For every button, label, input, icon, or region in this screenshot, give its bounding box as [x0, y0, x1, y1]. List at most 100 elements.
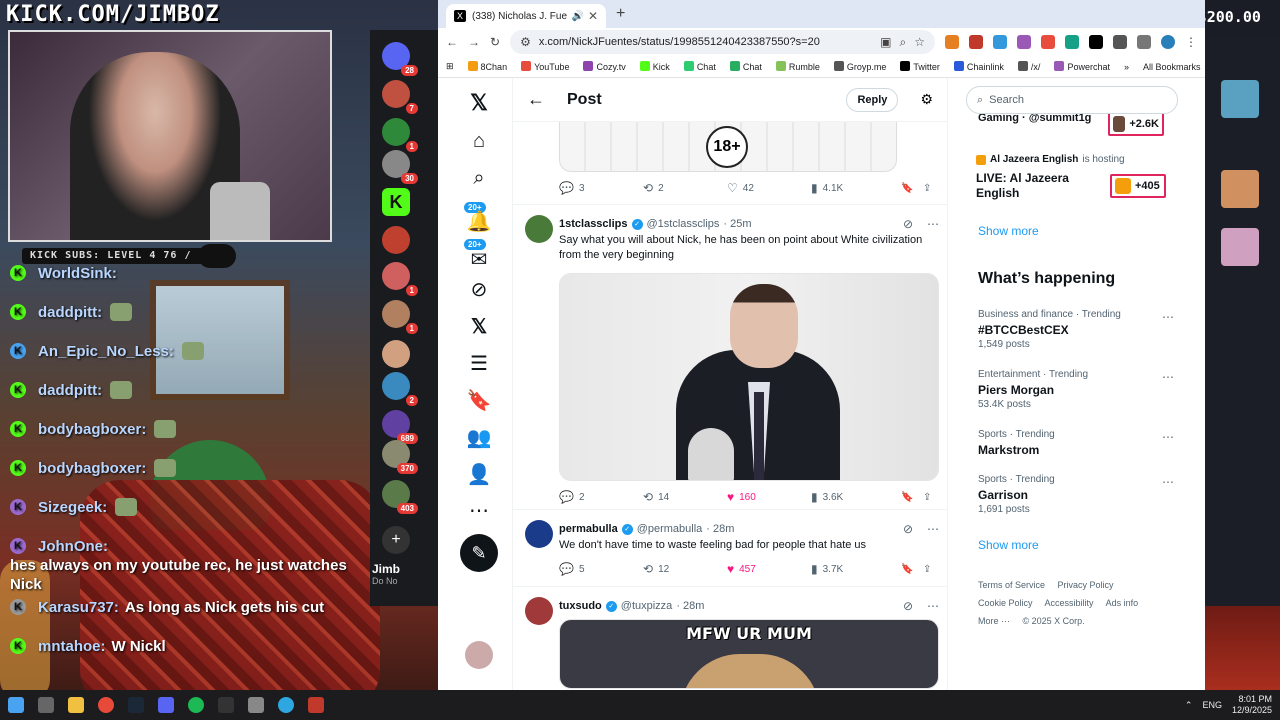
bookmarks-icon[interactable]: 🔖	[466, 387, 492, 413]
chat-username[interactable]: An_Epic_No_Less:	[38, 342, 174, 361]
discord-icon[interactable]	[158, 697, 174, 713]
more-icon[interactable]: ⋯	[466, 497, 492, 523]
bookmark-item[interactable]: Chat	[683, 61, 716, 72]
share-action[interactable]: ⇪	[923, 564, 931, 575]
back-icon[interactable]: ←	[446, 35, 458, 49]
bookmark-action[interactable]: 🔖	[901, 183, 923, 194]
all-bookmarks-button[interactable]: All Bookmarks	[1143, 62, 1201, 72]
zoom-icon[interactable]: ⌕	[900, 35, 907, 50]
avatar[interactable]	[525, 520, 553, 548]
home-icon[interactable]: ⌂	[466, 128, 492, 154]
channel-avatar[interactable]: 370	[382, 440, 418, 474]
channel-avatar[interactable]: 30	[382, 150, 418, 184]
chat-username[interactable]: Karasu737:	[38, 598, 119, 617]
spotify-icon[interactable]	[188, 697, 204, 713]
file-explorer-icon[interactable]	[68, 697, 84, 713]
trend-item[interactable]: Business and finance · Trending #BTCCBest…	[978, 308, 1174, 352]
channel-avatar[interactable]: 2	[382, 372, 418, 406]
premium-x-icon[interactable]: 𝕏	[466, 313, 492, 339]
bookmark-item[interactable]: Chat	[729, 61, 762, 72]
more-options-icon[interactable]: ⋯	[1162, 310, 1174, 324]
reply-action[interactable]: 💬 2	[559, 490, 643, 504]
bookmark-item[interactable]: Chainlink	[953, 61, 1004, 72]
display-name[interactable]: 1stclassclips	[559, 218, 628, 230]
channel-avatar[interactable]: 1	[382, 262, 418, 296]
start-icon[interactable]	[8, 697, 24, 713]
search-box[interactable]: ⌕ Search	[966, 86, 1178, 114]
search-icon[interactable]: ⌕	[466, 165, 492, 191]
more-options-icon[interactable]: ⋯	[927, 217, 939, 231]
share-action[interactable]: ⇪	[923, 183, 931, 194]
apps-icon[interactable]: ⊞	[446, 61, 454, 72]
handle[interactable]: @tuxpizza	[621, 600, 673, 612]
reply-action[interactable]: 💬 5	[559, 562, 643, 576]
tweet-meme-image[interactable]: MFW UR MUM	[559, 619, 939, 689]
language-indicator[interactable]: ENG	[1202, 700, 1222, 710]
reload-icon[interactable]: ↻	[490, 35, 500, 49]
thumb-cv[interactable]	[1221, 80, 1259, 118]
like-action[interactable]: ♥ 160	[727, 490, 811, 504]
previous-tweet-media[interactable]: 18+	[559, 122, 897, 172]
speaker-icon[interactable]: 🔊	[571, 11, 583, 22]
more-options-icon[interactable]: ⋯	[927, 522, 939, 536]
bookmark-action[interactable]: 🔖	[901, 492, 923, 503]
profile-icon[interactable]: 👤	[466, 461, 492, 487]
bookmark-item[interactable]: Cozy.tv	[583, 61, 626, 72]
extension-icon[interactable]	[1065, 35, 1079, 49]
chat-username[interactable]: daddpitt:	[38, 381, 102, 400]
channel-avatar[interactable]: 403	[382, 480, 418, 514]
chat-username[interactable]: WorldSink:	[38, 264, 117, 283]
footer-link[interactable]: Privacy Policy	[1058, 580, 1114, 590]
sidebar-icon[interactable]	[1137, 35, 1151, 49]
profile-icon[interactable]	[1161, 35, 1175, 49]
forward-icon[interactable]: →	[468, 35, 480, 49]
views-action[interactable]: ▮ 3.6K	[811, 490, 901, 504]
more-options-icon[interactable]: ⋯	[1162, 430, 1174, 444]
new-tab-button[interactable]: +	[616, 5, 625, 23]
timestamp[interactable]: · 28m	[676, 600, 704, 612]
repost-action[interactable]: ⟲ 14	[643, 490, 727, 504]
app-icon[interactable]	[308, 697, 324, 713]
chat-username[interactable]: mntahoe:	[38, 637, 106, 656]
chat-username[interactable]: daddpitt:	[38, 303, 102, 322]
communities-icon[interactable]: 👥	[466, 424, 492, 450]
telegram-icon[interactable]	[278, 697, 294, 713]
more-options-icon[interactable]: ⋯	[1162, 370, 1174, 384]
bookmark-item[interactable]: Groyp.me	[833, 61, 886, 72]
reply-action[interactable]: 💬 3	[559, 181, 643, 195]
bookmark-item[interactable]: Rumble	[775, 61, 820, 72]
extensions-icon[interactable]	[1113, 35, 1127, 49]
app-icon[interactable]	[248, 697, 264, 713]
cast-icon[interactable]: ▣	[880, 35, 891, 49]
repost-action[interactable]: ⟲ 12	[643, 562, 727, 576]
grok-icon[interactable]: ⊘	[903, 217, 913, 231]
footer-link[interactable]: Ads info	[1106, 598, 1139, 608]
channel-avatar[interactable]	[382, 226, 410, 254]
handle[interactable]: @1stclassclips	[647, 218, 720, 230]
compose-post-button[interactable]: ✎	[460, 534, 498, 572]
chat-username[interactable]: bodybagboxer:	[38, 420, 146, 439]
bookmark-item[interactable]: Kick	[639, 61, 670, 72]
chrome-icon[interactable]	[98, 697, 114, 713]
kick-channel-rail[interactable]: 28 7 1 30 K 1 1 2 689 370 403 +	[370, 30, 438, 606]
bookmark-item[interactable]: 8Chan	[467, 61, 507, 72]
share-action[interactable]: ⇪	[923, 492, 931, 503]
like-action[interactable]: ♥ 457	[727, 562, 811, 576]
like-action[interactable]: ♡ 42	[727, 181, 811, 195]
search-input[interactable]: Search	[989, 94, 1024, 106]
footer-link[interactable]: More ···	[978, 616, 1010, 626]
add-channel-icon[interactable]: +	[382, 526, 410, 554]
thumb-anime-1[interactable]	[1221, 170, 1259, 208]
show-more-link[interactable]: Show more	[978, 224, 1039, 238]
chat-username[interactable]: bodybagboxer:	[38, 459, 146, 478]
extension-icon[interactable]	[1017, 35, 1031, 49]
channel-jimbo[interactable]: Jimb Do No	[372, 562, 400, 586]
settings-icon[interactable]: ⚙	[920, 91, 933, 108]
notifications-icon[interactable]: 🔔	[466, 208, 492, 234]
avatar[interactable]	[525, 215, 553, 243]
star-icon[interactable]: ☆	[914, 35, 925, 49]
bookmark-item[interactable]: Powerchat	[1054, 61, 1110, 72]
bookmark-item[interactable]: YouTube	[521, 61, 569, 72]
views-action[interactable]: ▮ 4.1K	[811, 181, 901, 195]
extension-icon[interactable]	[1041, 35, 1055, 49]
